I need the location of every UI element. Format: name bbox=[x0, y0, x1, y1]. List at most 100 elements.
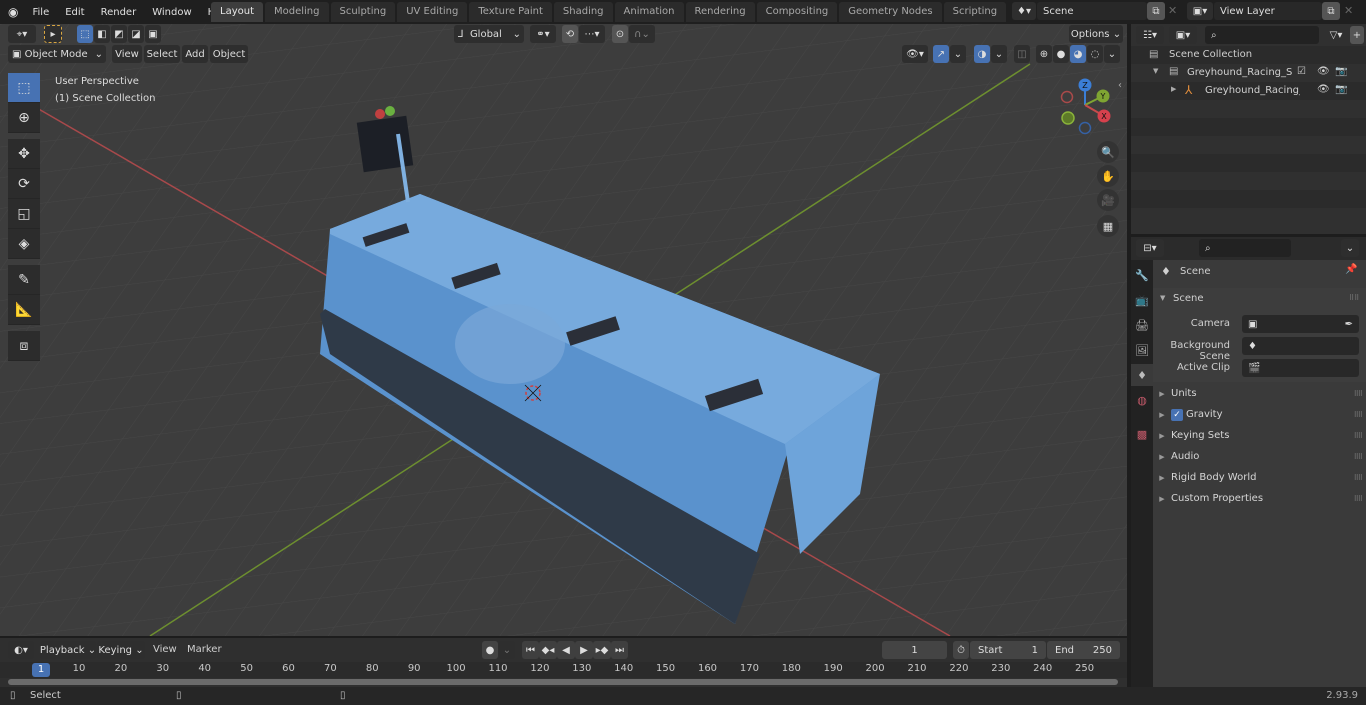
eyedropper-icon[interactable]: ✒ bbox=[1345, 319, 1353, 330]
view-layer-properties-tab-icon[interactable]: 🖼 bbox=[1131, 339, 1153, 361]
background-scene-field[interactable]: ♦ bbox=[1242, 337, 1359, 355]
select-invert-icon[interactable]: ◪ bbox=[128, 25, 144, 43]
select-subtract-icon[interactable]: ◩ bbox=[111, 25, 127, 43]
start-frame-field[interactable]: Start 1 bbox=[970, 641, 1046, 659]
menu-edit[interactable]: Edit bbox=[57, 7, 92, 18]
zoom-view-icon[interactable]: 🔍 bbox=[1097, 141, 1119, 163]
playhead[interactable]: 1 bbox=[32, 663, 50, 677]
camera-field[interactable]: ▣ ✒ bbox=[1242, 315, 1359, 333]
outliner-filter-button[interactable]: ▽▾ bbox=[1323, 26, 1349, 44]
pin-icon[interactable]: 📌 bbox=[1345, 264, 1357, 275]
drag-handle-icon[interactable]: ⠿⠿ bbox=[1354, 474, 1363, 482]
blender-logo-icon[interactable]: ◉ bbox=[6, 5, 24, 19]
jump-to-end-icon[interactable]: ⏭ bbox=[611, 641, 628, 659]
measure-tool-icon[interactable]: 📐 bbox=[8, 295, 40, 325]
frame-ruler[interactable]: 1 10 20 30 40 50 60 70 80 90 100 110 120 130 140 150 16… bbox=[0, 662, 1127, 678]
drag-handle-icon[interactable]: ⠿⠿ bbox=[1354, 453, 1363, 461]
active-clip-field[interactable]: 🎬 bbox=[1242, 359, 1359, 377]
texture-properties-tab-icon[interactable]: ▩ bbox=[1131, 423, 1153, 445]
drag-handle-icon[interactable]: ⠿⠿ bbox=[1354, 495, 1363, 503]
render-properties-tab-icon[interactable]: 📺 bbox=[1131, 289, 1153, 311]
sidebar-toggle-icon[interactable]: ‹ bbox=[1118, 80, 1122, 91]
pivot-point-button[interactable]: ⚭▾ bbox=[530, 25, 556, 43]
gizmo-toggle-icon[interactable]: ↗ bbox=[933, 45, 949, 63]
drag-handle-icon[interactable]: ⠿⠿ bbox=[1354, 390, 1363, 398]
select-tool-icon[interactable]: ▸ bbox=[44, 25, 62, 43]
tab-texture-paint[interactable]: Texture Paint bbox=[469, 2, 552, 22]
jump-to-prev-keyframe-icon[interactable]: ◆◂ bbox=[539, 641, 557, 659]
marker-menu[interactable]: Marker bbox=[187, 644, 222, 655]
select-intersect-icon[interactable]: ▣ bbox=[145, 25, 161, 43]
eye-icon[interactable]: 👁 bbox=[1317, 66, 1330, 77]
proportional-edit-icon[interactable]: ⊙ bbox=[612, 25, 628, 43]
tab-sculpting[interactable]: Sculpting bbox=[330, 2, 396, 22]
transform-tool-icon[interactable]: ◈ bbox=[8, 229, 40, 259]
new-view-layer-icon[interactable]: ⧉ bbox=[1322, 2, 1340, 20]
scene-type-icon[interactable]: ♦▾ bbox=[1012, 2, 1036, 20]
editor-type-button[interactable]: ⌖▾ bbox=[8, 25, 36, 43]
timeline-view-menu[interactable]: View bbox=[153, 644, 177, 655]
expand-arrow-icon[interactable]: ▶ bbox=[1171, 85, 1176, 93]
menu-file[interactable]: File bbox=[24, 7, 57, 18]
eye-icon[interactable]: 👁 bbox=[1317, 84, 1330, 95]
select-menu[interactable]: Select bbox=[144, 45, 180, 63]
output-properties-tab-icon[interactable]: 🖨 bbox=[1131, 314, 1153, 336]
auto-keying-dropdown[interactable]: ⌄ bbox=[499, 641, 515, 659]
world-properties-tab-icon[interactable]: ◍ bbox=[1131, 389, 1153, 411]
visibility-button[interactable]: 👁▾ bbox=[902, 45, 928, 63]
rigid-body-world-panel[interactable]: ▶ Rigid Body World ⠿⠿ bbox=[1153, 467, 1366, 488]
outliner-row-scene-collection[interactable]: ▤ Scene Collection bbox=[1131, 46, 1366, 64]
scene-panel-header[interactable]: ▼ Scene ⠿⠿ bbox=[1153, 288, 1366, 310]
delete-scene-icon[interactable]: ✕ bbox=[1168, 4, 1177, 17]
pan-view-icon[interactable]: ✋ bbox=[1097, 165, 1119, 187]
scene-properties-tab-icon[interactable]: ♦ bbox=[1131, 364, 1153, 386]
wireframe-shading-icon[interactable]: ⊕ bbox=[1036, 45, 1052, 63]
end-frame-field[interactable]: End 250 bbox=[1047, 641, 1120, 659]
shading-dropdown[interactable]: ⌄ bbox=[1104, 45, 1120, 63]
scene-name-field[interactable]: Scene bbox=[1037, 2, 1147, 20]
tab-layout[interactable]: Layout bbox=[211, 2, 263, 22]
use-preview-range-icon[interactable]: ⏱ bbox=[953, 641, 969, 659]
tab-uv-editing[interactable]: UV Editing bbox=[397, 2, 468, 22]
menu-window[interactable]: Window bbox=[144, 7, 199, 18]
camera-view-icon[interactable]: 🎥 bbox=[1097, 189, 1119, 211]
play-icon[interactable]: ▶ bbox=[575, 641, 593, 659]
transform-orientation-dropdown[interactable]: ⅃ Global ⌄ bbox=[454, 25, 524, 43]
menu-render[interactable]: Render bbox=[93, 7, 145, 18]
rendered-shading-icon[interactable]: ◌ bbox=[1087, 45, 1103, 63]
auto-keying-record-icon[interactable]: ● bbox=[482, 641, 498, 659]
new-scene-icon[interactable]: ⧉ bbox=[1147, 2, 1165, 20]
mode-dropdown[interactable]: ▣ Object Mode ⌄ bbox=[8, 45, 106, 63]
units-panel[interactable]: ▶ Units ⠿⠿ bbox=[1153, 383, 1366, 404]
exclude-checkbox-icon[interactable]: ☑ bbox=[1297, 66, 1306, 77]
drag-handle-icon[interactable]: ⠿⠿ bbox=[1354, 432, 1363, 440]
drag-handle-icon[interactable]: ⠿⠿ bbox=[1354, 411, 1363, 419]
tab-rendering[interactable]: Rendering bbox=[685, 2, 755, 22]
proportional-falloff-button[interactable]: ∩⌄ bbox=[629, 25, 655, 43]
material-preview-icon[interactable]: ◕ bbox=[1070, 45, 1086, 63]
playback-menu[interactable]: Playback ⌄ bbox=[40, 641, 96, 659]
timeline-editor-type-button[interactable]: ◐▾ bbox=[8, 641, 34, 659]
outliner-row-collection[interactable]: ▼ ▤ Greyhound_Racing_Starting_E ☑ 👁 📷 bbox=[1131, 64, 1366, 82]
tab-scripting[interactable]: Scripting bbox=[943, 2, 1007, 22]
audio-panel[interactable]: ▶ Audio ⠿⠿ bbox=[1153, 446, 1366, 467]
new-collection-icon[interactable]: + bbox=[1350, 26, 1364, 44]
jump-to-start-icon[interactable]: ⏮ bbox=[522, 641, 539, 659]
select-box-tool-icon[interactable]: ⬚ bbox=[8, 73, 40, 103]
outliner-search-input[interactable]: ⌕ bbox=[1205, 26, 1319, 44]
drag-handle-icon[interactable]: ⠿⠿ bbox=[1349, 294, 1359, 302]
add-menu[interactable]: Add bbox=[182, 45, 208, 63]
keying-sets-panel[interactable]: ▶ Keying Sets ⠿⠿ bbox=[1153, 425, 1366, 446]
select-new-icon[interactable]: ⬚ bbox=[77, 25, 93, 43]
overlays-toggle-icon[interactable]: ◑ bbox=[974, 45, 990, 63]
rotate-tool-icon[interactable]: ⟳ bbox=[8, 169, 40, 199]
select-extend-icon[interactable]: ◧ bbox=[94, 25, 110, 43]
properties-options-dropdown[interactable]: ⌄ bbox=[1341, 239, 1359, 257]
snap-toggle-icon[interactable]: ⟲ bbox=[562, 25, 578, 43]
object-menu[interactable]: Object bbox=[210, 45, 248, 63]
gravity-panel[interactable]: ▶ ✓ Gravity ⠿⠿ bbox=[1153, 404, 1366, 425]
tab-geometry-nodes[interactable]: Geometry Nodes bbox=[839, 2, 942, 22]
expand-arrow-icon[interactable]: ▼ bbox=[1153, 67, 1158, 75]
options-button[interactable]: Options ⌄ bbox=[1069, 25, 1123, 43]
navigation-gizmo[interactable]: Z Y X bbox=[1055, 75, 1115, 135]
